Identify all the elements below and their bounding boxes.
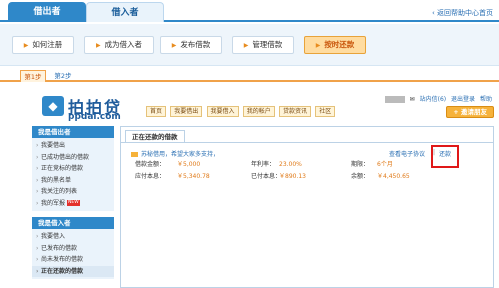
values-col-1: ￥5,000 ￥5,340.78 bbox=[177, 159, 210, 183]
values-col-2: 23.00% ￥890.13 bbox=[279, 159, 306, 183]
repaying-loans-panel: 正在还款的借款 苏秘借用，希望大家多支持， 查看电子协议 | 还款 借款金额： … bbox=[120, 126, 494, 288]
user-bar: ✉ 站内信(6) 退出登录 帮助 bbox=[384, 94, 492, 103]
nav-loan-news[interactable]: 贷款资讯 bbox=[279, 106, 312, 117]
loan-amount-value: ￥5,000 bbox=[177, 161, 201, 168]
tab-lender[interactable]: 借出者 bbox=[8, 2, 86, 22]
nav-lend[interactable]: 我要借出 bbox=[170, 106, 203, 117]
new-badge: NEW bbox=[67, 200, 80, 206]
step-repay-on-time[interactable]: ▶ 按时还款 bbox=[304, 36, 366, 54]
tab-step-1[interactable]: 第1步 bbox=[20, 70, 46, 82]
sidebar-borrower-list: 我要借入 已发布的借款 尚未发布的借款 正在还款的借款 bbox=[32, 229, 114, 279]
labels-col-1: 借款金额： 应付本息： bbox=[135, 159, 165, 183]
view-contract-link[interactable]: 查看电子协议 bbox=[389, 149, 425, 158]
sidebar-lender-list: 我要借出 已成功借出的借款 正在竞标的借款 我的黑名单 我关注的列表 我的军报N… bbox=[32, 138, 114, 211]
nav-borrow[interactable]: 我要借入 bbox=[206, 106, 239, 117]
help-link[interactable]: 帮助 bbox=[480, 96, 492, 103]
inbox-link[interactable]: 站内信(6) bbox=[420, 96, 447, 103]
step-publish-loan[interactable]: ▶ 发布借款 bbox=[160, 36, 222, 54]
values-col-3: 6个月 ￥4,450.65 bbox=[377, 159, 410, 183]
divider bbox=[121, 142, 493, 143]
sidebar-item-watchlist[interactable]: 我关注的列表 bbox=[32, 186, 114, 198]
sidebar-item-borrow[interactable]: 我要借入 bbox=[32, 231, 114, 243]
nav-community[interactable]: 社区 bbox=[315, 106, 336, 117]
arrow-icon: ▶ bbox=[315, 42, 321, 49]
step-manage-loan[interactable]: ▶ 管理借款 bbox=[232, 36, 294, 54]
arrow-icon: ▶ bbox=[171, 42, 177, 49]
arrow-icon: ▶ bbox=[23, 42, 29, 49]
sidebar-head-lender: 我是借出者 bbox=[32, 126, 114, 138]
logo-mark-icon: ◆ bbox=[42, 96, 64, 116]
sub-tab-bar: 第1步 第2步 bbox=[0, 66, 499, 82]
term-label: 期限： bbox=[351, 161, 370, 168]
sidebar-item-repaying[interactable]: 正在还款的借款 bbox=[32, 265, 114, 277]
loan-icon bbox=[131, 152, 138, 157]
loan-amount-label: 借款金额： bbox=[135, 161, 166, 168]
embedded-site-panel: ◆ 拍拍贷 ppdai.com 首页 我要借出 我要借入 我的帐户 贷款资讯 社… bbox=[32, 88, 499, 288]
arrow-icon: ▶ bbox=[243, 42, 249, 49]
rate-label: 年利率： bbox=[251, 161, 276, 168]
invite-friends-button[interactable]: + 邀请朋友 bbox=[446, 106, 494, 118]
step-how-to-register[interactable]: ▶ 如何注册 bbox=[12, 36, 74, 54]
tab-step-2[interactable]: 第2步 bbox=[50, 70, 76, 82]
tab-borrower[interactable]: 借入者 bbox=[86, 2, 164, 22]
sidebar-item-published[interactable]: 已发布的借款 bbox=[32, 243, 114, 255]
redacted-username bbox=[384, 96, 405, 103]
labels-col-3: 期限： 余额： bbox=[351, 159, 369, 183]
term-value: 6个月 bbox=[377, 161, 393, 168]
sidebar-head-borrower: 我是借入者 bbox=[32, 217, 114, 229]
paid-value: ￥890.13 bbox=[279, 173, 306, 180]
balance-value: ￥4,450.65 bbox=[377, 173, 410, 180]
nav-home[interactable]: 首页 bbox=[146, 106, 167, 117]
nav-account[interactable]: 我的帐户 bbox=[242, 106, 275, 117]
due-principal-label: 应付本息： bbox=[135, 173, 166, 180]
sidebar-item-lend[interactable]: 我要借出 bbox=[32, 140, 114, 152]
sidebar-item-bidding[interactable]: 正在竞标的借款 bbox=[32, 163, 114, 175]
rate-value: 23.00% bbox=[279, 161, 302, 168]
sidebar-item-blacklist[interactable]: 我的黑名单 bbox=[32, 175, 114, 187]
steps-bar: ▶ 如何注册 ▶ 成为借入者 ▶ 发布借款 ▶ 管理借款 ▶ 按时还款 bbox=[0, 24, 499, 66]
due-principal-value: ￥5,340.78 bbox=[177, 173, 210, 180]
site-nav: 首页 我要借出 我要借入 我的帐户 贷款资讯 社区 bbox=[146, 106, 337, 118]
labels-col-2: 年利率： 已付本息： bbox=[251, 159, 281, 183]
sidebar-item-lent-success[interactable]: 已成功借出的借款 bbox=[32, 152, 114, 164]
sidebar-item-report[interactable]: 我的军报NEW bbox=[32, 198, 114, 210]
sidebar: 我是借出者 我要借出 已成功借出的借款 正在竞标的借款 我的黑名单 我关注的列表… bbox=[32, 126, 114, 288]
step-become-borrower[interactable]: ▶ 成为借入者 bbox=[84, 36, 154, 54]
plus-icon: + bbox=[453, 108, 461, 116]
sidebar-item-unpublished[interactable]: 尚未发布的借款 bbox=[32, 254, 114, 266]
back-to-help-home-link[interactable]: ‹ 返回帮助中心首页 bbox=[432, 8, 493, 18]
mail-icon: ✉ bbox=[409, 96, 415, 103]
paid-label: 已付本息： bbox=[251, 173, 282, 180]
top-tab-bar: 借出者 借入者 ‹ 返回帮助中心首页 bbox=[0, 0, 499, 22]
logout-link[interactable]: 退出登录 bbox=[451, 96, 475, 103]
site-logo[interactable]: ◆ 拍拍贷 ppdai.com bbox=[42, 94, 142, 124]
loan-title-link[interactable]: 苏秘借用，希望大家多支持， bbox=[131, 149, 219, 158]
logo-domain: ppdai.com bbox=[68, 112, 121, 122]
highlight-box bbox=[431, 145, 459, 168]
arrow-icon: ▶ bbox=[95, 42, 101, 49]
balance-label: 余额： bbox=[351, 173, 370, 180]
tab-repaying-loans[interactable]: 正在还款的借款 bbox=[125, 130, 185, 142]
